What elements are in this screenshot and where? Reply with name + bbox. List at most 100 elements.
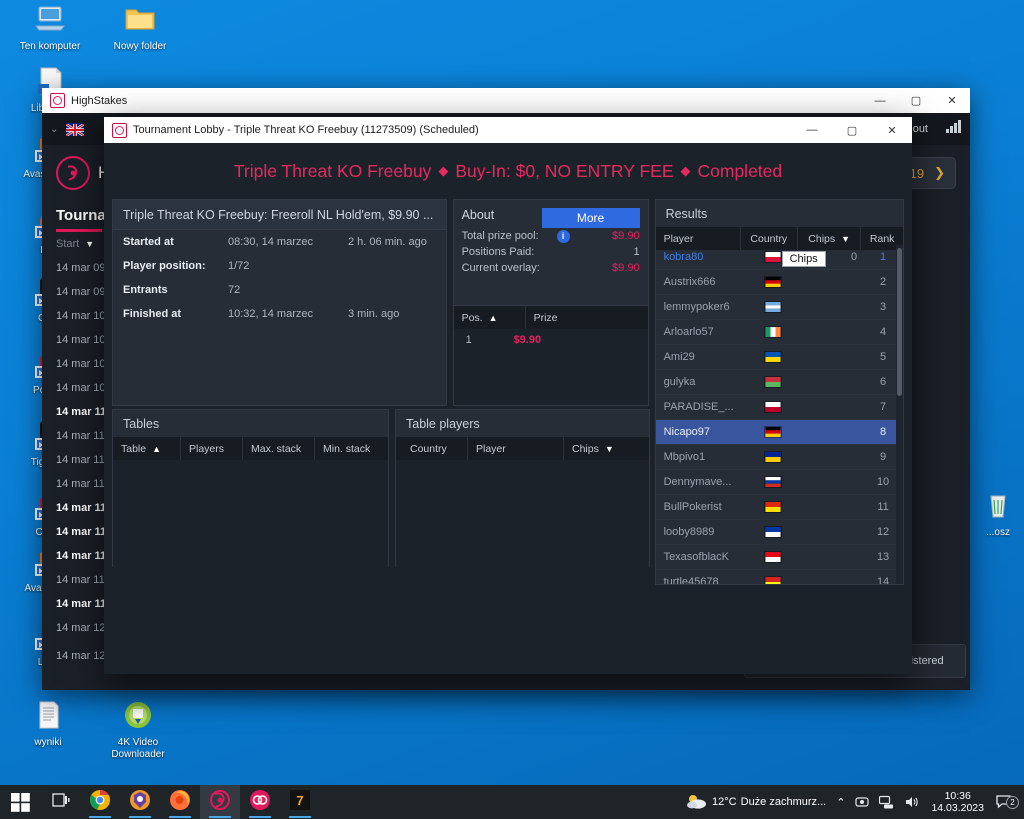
more-button[interactable]: More bbox=[542, 208, 640, 228]
taskbar-chrome-button[interactable] bbox=[80, 785, 120, 819]
table-players-title: Table players bbox=[396, 410, 649, 437]
diamond-icon-2: ◆ bbox=[681, 163, 691, 179]
about-panel: About More Total prize pool:i$9.90Positi… bbox=[453, 199, 649, 406]
table-players-header[interactable]: Country Player Chips ▼ bbox=[396, 437, 649, 460]
taskbar-brave-button[interactable] bbox=[120, 785, 160, 819]
lobby-minimize-button[interactable]: — bbox=[792, 117, 832, 143]
taskbar-items[interactable]: 7 bbox=[0, 785, 320, 819]
lobby-maximize-button[interactable]: ▢ bbox=[832, 117, 872, 143]
tray-expand-button[interactable]: ⌃ bbox=[831, 796, 850, 809]
results-col-chips-label: Chips bbox=[808, 233, 835, 245]
results-row[interactable]: gulyka6 bbox=[656, 370, 903, 395]
results-row[interactable]: kobra8001 bbox=[656, 245, 903, 270]
tables-col-min-stack[interactable]: Min. stack bbox=[315, 437, 378, 460]
highstakes-close-button[interactable]: ✕ bbox=[934, 88, 970, 113]
results-scrollbar-thumb[interactable] bbox=[897, 248, 902, 396]
tables-title: Tables bbox=[113, 410, 388, 437]
detail-key: Player position: bbox=[123, 260, 228, 272]
lobby-banner: Triple Threat KO Freebuy ◆ Buy-In: $0, N… bbox=[104, 143, 912, 199]
tp-col-player[interactable]: Player bbox=[468, 437, 564, 460]
result-player: Arloarlo57 bbox=[656, 326, 746, 338]
taskbar-highstakes-button[interactable] bbox=[200, 785, 240, 819]
lobby-titlebar[interactable]: Tournament Lobby - Triple Threat KO Free… bbox=[104, 117, 912, 143]
chevron-down-icon[interactable]: ▼ bbox=[605, 444, 614, 454]
about-label: Total prize pool: bbox=[462, 230, 539, 242]
lobby-close-button[interactable]: ✕ bbox=[872, 117, 912, 143]
detail-key: Finished at bbox=[123, 308, 228, 320]
result-country-flag-icon bbox=[745, 376, 800, 388]
tables-col-table-label: Table bbox=[121, 443, 146, 455]
result-player: lemmypoker6 bbox=[656, 301, 746, 313]
about-value: 1 bbox=[633, 246, 639, 258]
prize-col-prize[interactable]: Prize bbox=[526, 306, 566, 329]
folder-icon bbox=[102, 4, 178, 38]
tp-col-country[interactable]: Country bbox=[396, 437, 468, 460]
detail-value-primary: 72 bbox=[228, 284, 348, 296]
taskbar-firefox-button[interactable] bbox=[160, 785, 200, 819]
taskbar-tray[interactable]: 12°C Duże zachmurz... ⌃ 10:36 14.03.2023… bbox=[681, 785, 1024, 819]
svg-text:7: 7 bbox=[296, 793, 303, 808]
banner-status: Completed bbox=[698, 161, 783, 182]
results-title: Results bbox=[656, 200, 903, 227]
chevron-down-icon[interactable]: ⌄ bbox=[50, 124, 58, 135]
tp-col-chips[interactable]: Chips ▼ bbox=[564, 437, 622, 460]
results-row[interactable]: Austrix6662 bbox=[656, 270, 903, 295]
network-icon[interactable] bbox=[874, 795, 899, 809]
prize-table-header[interactable]: Pos. ▲ Prize bbox=[454, 306, 648, 329]
clock-widget[interactable]: 10:36 14.03.2023 bbox=[924, 790, 991, 814]
chevron-right-icon[interactable]: ❯ bbox=[934, 165, 945, 181]
text-file-icon bbox=[10, 700, 86, 734]
prize-col-pos[interactable]: Pos. ▲ bbox=[454, 306, 526, 329]
results-row[interactable]: turtle4567814 bbox=[656, 570, 903, 584]
diamond-icon: ◆ bbox=[438, 163, 448, 179]
sort-start-label[interactable]: Start bbox=[56, 238, 79, 250]
desktop-icon-4k-video-downloader-icon[interactable]: 4K Video Downloader bbox=[100, 700, 176, 761]
info-icon[interactable]: i bbox=[557, 230, 570, 243]
prize-rows: 1$9.90 bbox=[454, 329, 648, 351]
tables-col-players[interactable]: Players bbox=[181, 437, 243, 460]
tables-table-header[interactable]: Table ▲ Players Max. stack Min. stack bbox=[113, 437, 388, 460]
desktop-icon-folder-icon[interactable]: Nowy folder bbox=[102, 4, 178, 53]
lobby-body: Triple Threat KO Freebuy ◆ Buy-In: $0, N… bbox=[104, 143, 912, 674]
desktop-icon-text-file-icon[interactable]: wyniki bbox=[10, 700, 86, 749]
highstakes-titlebar[interactable]: HighStakes — ▢ ✕ bbox=[42, 88, 970, 113]
tables-col-max-stack[interactable]: Max. stack bbox=[243, 437, 315, 460]
detail-row: Player position:1/72 bbox=[113, 254, 446, 278]
signal-icon bbox=[946, 120, 962, 138]
results-row[interactable]: Arloarlo574 bbox=[656, 320, 903, 345]
tournament-lobby-window[interactable]: Tournament Lobby - Triple Threat KO Free… bbox=[104, 117, 912, 674]
taskbar-task-view-button[interactable] bbox=[40, 785, 80, 819]
chevron-up-icon[interactable]: ▲ bbox=[152, 444, 161, 454]
highstakes-minimize-button[interactable]: — bbox=[862, 88, 898, 113]
avast-tray-icon[interactable] bbox=[850, 795, 874, 809]
start-button[interactable] bbox=[0, 785, 40, 819]
results-row[interactable]: lemmypoker63 bbox=[656, 295, 903, 320]
chevron-up-icon[interactable]: ▲ bbox=[489, 313, 498, 323]
prize-row[interactable]: 1$9.90 bbox=[454, 329, 648, 351]
volume-icon[interactable] bbox=[899, 795, 924, 809]
chrome-icon bbox=[89, 789, 111, 816]
weather-widget[interactable]: 12°C Duże zachmurz... bbox=[681, 793, 831, 812]
desktop-icon-label: wyniki bbox=[10, 737, 86, 749]
chevron-down-icon[interactable]: ▼ bbox=[841, 234, 850, 244]
weather-icon bbox=[686, 793, 708, 812]
results-row[interactable]: Ami295 bbox=[656, 345, 903, 370]
about-title: About bbox=[462, 208, 495, 222]
taskbar[interactable]: 7 12°C Duże zachmurz... ⌃ 10:36 14.03.20… bbox=[0, 785, 1024, 819]
action-center-button[interactable]: 2 bbox=[991, 795, 1018, 810]
highstakes-maximize-button[interactable]: ▢ bbox=[898, 88, 934, 113]
tables-empty-body bbox=[113, 460, 388, 570]
detail-value-secondary: 3 min. ago bbox=[348, 308, 399, 320]
taskbar-tigergaming-button[interactable]: 7 bbox=[280, 785, 320, 819]
weather-temp: 12°C bbox=[712, 796, 737, 808]
highstakes-icon bbox=[210, 790, 230, 815]
chips-tooltip: Chips bbox=[782, 251, 826, 267]
tables-col-table[interactable]: Table ▲ bbox=[113, 437, 181, 460]
taskbar-coinpoker-button[interactable] bbox=[240, 785, 280, 819]
about-label: Current overlay: bbox=[462, 262, 540, 274]
result-player: Austrix666 bbox=[656, 276, 746, 288]
about-value: $9.90 bbox=[612, 262, 640, 274]
desktop-icon-computer-icon[interactable]: Ten komputer bbox=[12, 4, 88, 53]
uk-flag-icon[interactable] bbox=[66, 123, 84, 135]
chevron-down-icon[interactable]: ▼ bbox=[85, 239, 94, 249]
